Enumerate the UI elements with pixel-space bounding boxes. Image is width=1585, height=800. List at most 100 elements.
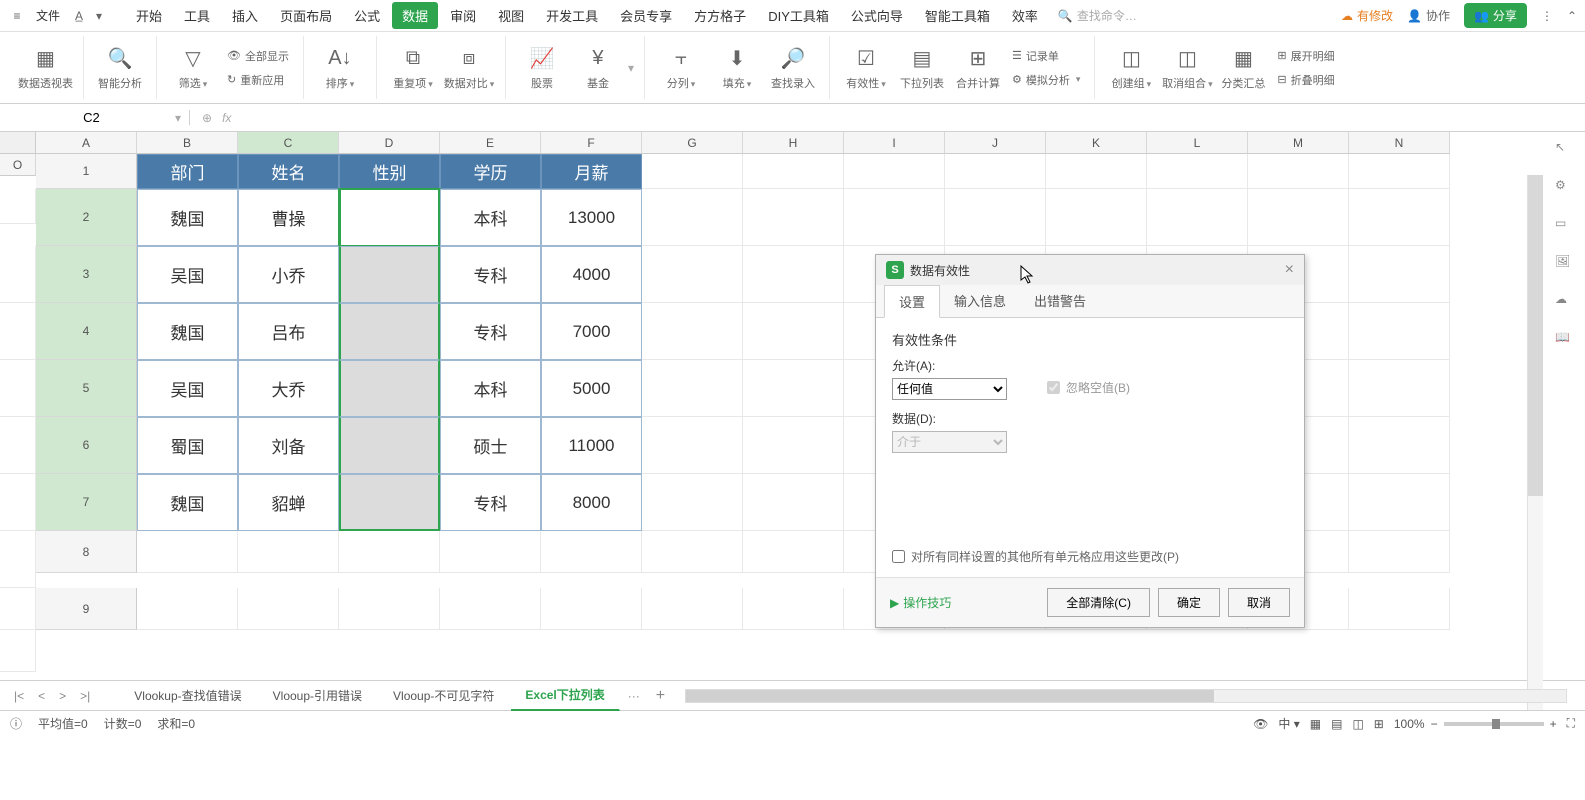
sheet-next-icon[interactable]: > [53,685,72,707]
hscroll-thumb[interactable] [686,690,1214,702]
tab-start[interactable]: 开始 [126,0,172,31]
collapse-ribbon-icon[interactable]: ⌃ [1567,9,1577,23]
cell[interactable] [339,474,440,531]
cell[interactable] [945,189,1046,246]
cell[interactable]: 13000 [541,189,642,246]
cell[interactable] [1349,189,1450,246]
cell[interactable] [743,189,844,246]
cell-reference-input[interactable] [8,110,175,125]
tab-formula-guide[interactable]: 公式向导 [841,0,913,31]
cell[interactable]: 小乔 [238,246,339,303]
collaborate[interactable]: 👤 协作 [1407,7,1450,24]
cell[interactable] [1046,189,1147,246]
cell[interactable] [642,246,743,303]
sheet-first-icon[interactable]: |< [8,685,30,707]
cell[interactable]: 7000 [541,303,642,360]
cursor-tool-icon[interactable]: ↖ [1555,140,1575,160]
fx-label[interactable]: fx [222,111,231,125]
command-search[interactable]: 🔍 查找命令… [1050,7,1145,24]
cell[interactable]: 8000 [541,474,642,531]
pivot-table-button[interactable]: ▦ 数据透视表 [18,45,73,91]
cell[interactable] [1349,360,1450,417]
cell[interactable] [743,360,844,417]
column-header[interactable]: A [36,132,137,154]
cell[interactable] [0,189,36,224]
row-header[interactable]: 7 [36,474,137,531]
cell[interactable]: 专科 [440,246,541,303]
cell[interactable] [1349,246,1450,303]
consolidate-button[interactable]: ⊞ 合并计算 [952,45,1004,91]
cancel-button[interactable]: 取消 [1228,588,1290,617]
cell[interactable] [743,474,844,531]
tab-page-layout[interactable]: 页面布局 [270,0,342,31]
cell[interactable] [1349,474,1450,531]
dialog-tab-error-alert[interactable]: 出错警告 [1020,285,1100,317]
cell[interactable] [1147,189,1248,246]
row-header[interactable]: 6 [36,417,137,474]
cell[interactable] [642,189,743,246]
settings-side-icon[interactable]: ⚙ [1555,178,1575,198]
cell[interactable] [1349,588,1450,630]
book-side-icon[interactable]: 📖 [1555,330,1575,350]
tab-member[interactable]: 会员专享 [610,0,682,31]
fullscreen-icon[interactable]: ⛶ [1567,716,1575,731]
tab-review[interactable]: 审阅 [440,0,486,31]
cell[interactable] [642,588,743,630]
column-header[interactable]: C [238,132,339,154]
zoom-out-icon[interactable]: − [1431,717,1438,731]
dedupe-button[interactable]: ⧉ 重复项▾ [387,45,439,91]
add-sheet-button[interactable]: + [648,683,673,709]
column-header[interactable]: E [440,132,541,154]
sheet-tab-vloooup-ref[interactable]: Vlooup-引用错误 [259,681,377,710]
cell[interactable] [642,417,743,474]
column-header[interactable]: G [642,132,743,154]
tab-view[interactable]: 视图 [488,0,534,31]
eye-icon[interactable]: 👁 [1253,717,1268,731]
cell[interactable] [137,588,238,630]
cell[interactable]: 11000 [541,417,642,474]
gallery-side-icon[interactable]: 🖼 [1555,254,1575,274]
zoom-in-icon[interactable]: + [1550,717,1557,731]
cell[interactable] [541,588,642,630]
column-header[interactable]: D [339,132,440,154]
column-header[interactable]: O [0,154,36,176]
more-finance-icon[interactable]: ▾ [628,61,634,75]
cell[interactable] [0,531,36,588]
hamburger-icon[interactable]: ≡ [8,7,26,25]
cell[interactable] [0,246,36,303]
cell[interactable] [339,303,440,360]
cell[interactable]: 月薪 [541,154,642,189]
sheet-prev-icon[interactable]: < [32,685,51,707]
vscroll-thumb[interactable] [1528,175,1543,496]
tab-insert[interactable]: 插入 [222,0,268,31]
collapse-detail-button[interactable]: ⊟ 折叠明细 [1273,70,1338,90]
cell[interactable] [339,417,440,474]
column-header[interactable]: I [844,132,945,154]
cell[interactable] [743,588,844,630]
cell[interactable] [844,154,945,189]
cell[interactable] [339,246,440,303]
compare-button[interactable]: ⧈ 数据对比▾ [443,45,495,91]
column-header[interactable]: K [1046,132,1147,154]
column-header[interactable]: J [945,132,1046,154]
row-header[interactable]: 5 [36,360,137,417]
font-indicator-icon[interactable]: A̲ [70,7,88,25]
spreadsheet[interactable]: ABCDEFGHIJKLMNO1部门姓名性别学历月薪2魏国曹操本科130003吴… [0,132,1585,680]
row-header[interactable]: 8 [36,531,137,573]
cell[interactable] [945,154,1046,189]
sheet-more[interactable]: ··· [622,685,646,707]
cell[interactable] [1349,303,1450,360]
dialog-tab-settings[interactable]: 设置 [884,285,940,318]
reapply-button[interactable]: ↻ 重新应用 [223,70,293,90]
cell[interactable] [642,303,743,360]
cell[interactable]: 吕布 [238,303,339,360]
split-button[interactable]: ⫟ 分列▾ [655,45,707,91]
status-indicator-icon[interactable]: ⓘ [10,715,22,732]
cell[interactable] [238,588,339,630]
cell[interactable]: 魏国 [137,303,238,360]
dialog-close-button[interactable]: × [1285,261,1294,279]
sheet-tab-vlooup-invis[interactable]: Vlooup-不可见字符 [379,681,509,710]
file-menu[interactable]: 文件 [28,3,68,28]
row-header[interactable]: 9 [36,588,137,630]
dropdown-list-button[interactable]: ▤ 下拉列表 [896,45,948,91]
